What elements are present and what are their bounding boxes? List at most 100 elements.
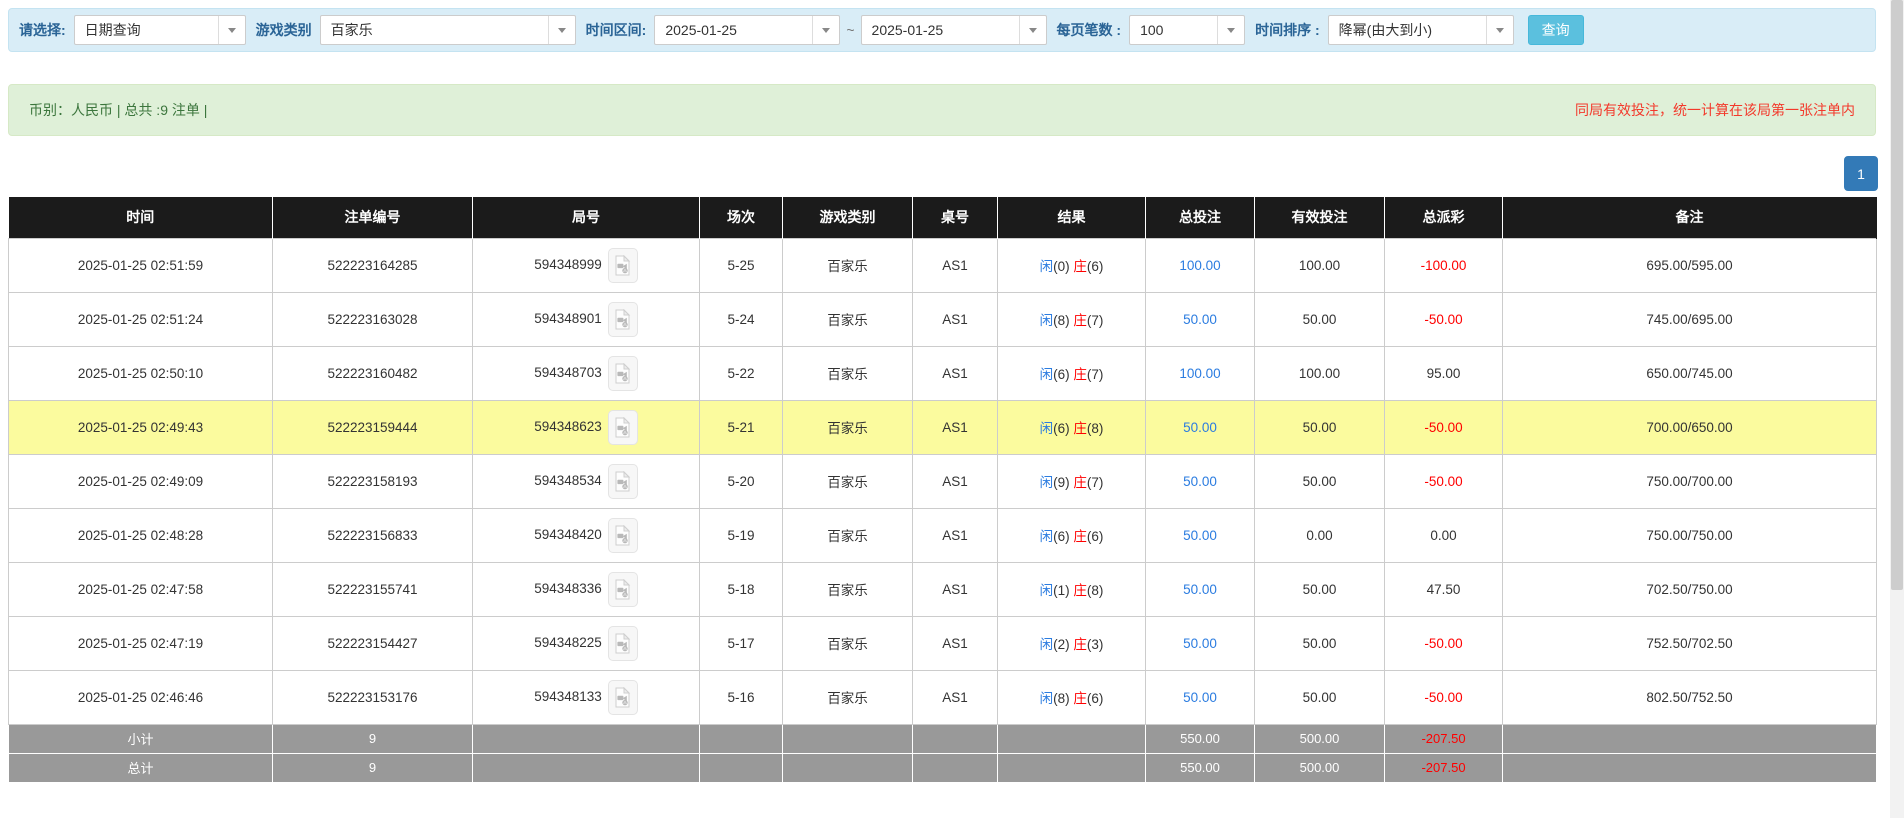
cell-table-no: AS1 — [912, 237, 998, 293]
player-result-label: 闲 — [1039, 583, 1054, 598]
video-icon[interactable] — [607, 247, 638, 283]
per-page-label: 每页笔数 : — [1056, 22, 1122, 38]
time-sort-select[interactable]: 降幂(由大到小) — [1327, 15, 1514, 45]
date-to-value: 2025-01-25 — [871, 22, 944, 38]
cell-result: 闲(2) 庄(3) — [997, 615, 1146, 671]
cell-bet-no: 522223155741 — [272, 561, 473, 617]
round-no-text: 594348623 — [534, 418, 602, 434]
video-icon[interactable] — [607, 625, 638, 661]
vertical-scrollbar-thumb[interactable] — [1891, 0, 1903, 590]
cell-session: 5-22 — [699, 345, 783, 401]
total-bet-link[interactable]: 50.00 — [1183, 420, 1217, 435]
cell-result: 闲(6) 庄(8) — [997, 399, 1146, 455]
query-type-select[interactable]: 日期查询 — [73, 15, 246, 45]
video-icon[interactable] — [607, 301, 638, 337]
chevron-down-icon — [812, 16, 839, 44]
cell-valid-bet: 50.00 — [1254, 561, 1385, 617]
cell-total-bet: 50.00 — [1145, 291, 1255, 347]
cell-session: 5-18 — [699, 561, 783, 617]
summary-bar: 币别：人民币 | 总共 :9 注单 | 同局有效投注，统一计算在该局第一张注单内 — [8, 84, 1876, 136]
payout-value: -50.00 — [1424, 689, 1463, 705]
table-body: 2025-01-25 02:51:59 522223164285 594348999… — [8, 237, 1877, 783]
game-type-select[interactable]: 百家乐 — [319, 15, 576, 45]
header-bet-no: 注单编号 — [272, 197, 473, 238]
cell-result: 闲(9) 庄(7) — [997, 453, 1146, 509]
banker-result-label: 庄 — [1073, 421, 1087, 436]
header-valid-bet: 有效投注 — [1254, 197, 1385, 238]
cell-payout: 95.00 — [1384, 345, 1503, 401]
cell-bet-no: 522223160482 — [272, 345, 473, 401]
cell-result: 闲(6) 庄(7) — [997, 345, 1146, 401]
payout-value: -50.00 — [1424, 473, 1463, 489]
cell-note: 702.50/750.00 — [1502, 561, 1877, 617]
per-page-value: 100 — [1140, 22, 1164, 38]
cell-total-bet: 50.00 — [1145, 669, 1255, 725]
cell-game-type: 百家乐 — [782, 345, 913, 401]
filter-toolbar: 请选择: 日期查询 游戏类别 百家乐 时间区间: 2025-01-25 ~ 20… — [8, 8, 1876, 52]
total-bet-link[interactable]: 50.00 — [1183, 690, 1217, 705]
banker-result-label: 庄 — [1073, 259, 1087, 274]
video-icon[interactable] — [607, 517, 638, 553]
date-to-select[interactable]: 2025-01-25 — [860, 15, 1047, 45]
cell-bet-no: 522223153176 — [272, 669, 473, 725]
total-bet-link[interactable]: 100.00 — [1179, 258, 1220, 273]
video-icon[interactable] — [607, 679, 638, 715]
video-file-glyph — [615, 524, 631, 545]
cell-table-no: AS1 — [912, 561, 998, 617]
cell-time: 2025-01-25 02:51:24 — [8, 291, 273, 347]
cell-round-no: 594348133 — [472, 669, 700, 725]
summary-count: 9 — [272, 752, 473, 783]
cell-total-bet: 50.00 — [1145, 507, 1255, 563]
header-time: 时间 — [8, 197, 273, 238]
cell-game-type: 百家乐 — [782, 615, 913, 671]
bet-records-table: 时间 注单编号 局号 场次 游戏类别 桌号 结果 总投注 有效投注 总派彩 备注… — [8, 197, 1877, 783]
summary-valid-bet: 500.00 — [1254, 723, 1385, 754]
banker-result-label: 庄 — [1073, 583, 1087, 598]
total-bet-link[interactable]: 100.00 — [1179, 366, 1220, 381]
cell-payout: -100.00 — [1384, 237, 1503, 293]
date-range-separator: ~ — [846, 22, 855, 38]
date-range-label: 时间区间: — [585, 22, 647, 38]
total-bet-link[interactable]: 50.00 — [1183, 528, 1217, 543]
cell-bet-no: 522223159444 — [272, 399, 473, 455]
cell-session: 5-21 — [699, 399, 783, 455]
cell-time: 2025-01-25 02:47:58 — [8, 561, 273, 617]
video-icon[interactable] — [607, 355, 638, 391]
payout-value: -50.00 — [1424, 635, 1463, 651]
search-button[interactable]: 查询 — [1527, 15, 1584, 45]
banker-result-label: 庄 — [1073, 313, 1087, 328]
cell-table-no: AS1 — [912, 507, 998, 563]
video-icon[interactable] — [607, 463, 638, 499]
video-icon[interactable] — [607, 409, 638, 445]
cell-payout: -50.00 — [1384, 291, 1503, 347]
cell-time: 2025-01-25 02:49:43 — [8, 399, 273, 455]
per-page-select[interactable]: 100 — [1129, 15, 1246, 45]
cell-table-no: AS1 — [912, 453, 998, 509]
cell-session: 5-19 — [699, 507, 783, 563]
cell-bet-no: 522223163028 — [272, 291, 473, 347]
cell-table-no: AS1 — [912, 615, 998, 671]
total-bet-link[interactable]: 50.00 — [1183, 636, 1217, 651]
payout-value: 95.00 — [1426, 365, 1461, 381]
pagination-page-1[interactable]: 1 — [1844, 156, 1878, 191]
cell-result: 闲(6) 庄(6) — [997, 507, 1146, 563]
header-session: 场次 — [699, 197, 783, 238]
round-no-text: 594348703 — [534, 364, 602, 380]
chevron-down-icon — [547, 16, 575, 44]
total-bet-link[interactable]: 50.00 — [1183, 312, 1217, 327]
chevron-down-icon — [217, 16, 245, 44]
player-result-label: 闲 — [1039, 259, 1054, 274]
round-no-text: 594348901 — [534, 310, 602, 326]
total-bet-link[interactable]: 50.00 — [1183, 582, 1217, 597]
date-from-select[interactable]: 2025-01-25 — [654, 15, 841, 45]
total-bet-link[interactable]: 50.00 — [1183, 474, 1217, 489]
cell-round-no: 594348901 — [472, 291, 700, 347]
player-result-label: 闲 — [1039, 421, 1054, 436]
cell-table-no: AS1 — [912, 345, 998, 401]
video-icon[interactable] — [607, 571, 638, 607]
currency-total-text: 币别：人民币 | 总共 :9 注单 | — [29, 102, 208, 118]
header-payout: 总派彩 — [1384, 197, 1503, 238]
cell-payout: -50.00 — [1384, 399, 1503, 455]
video-file-glyph — [615, 470, 631, 491]
video-file-glyph — [615, 362, 631, 383]
